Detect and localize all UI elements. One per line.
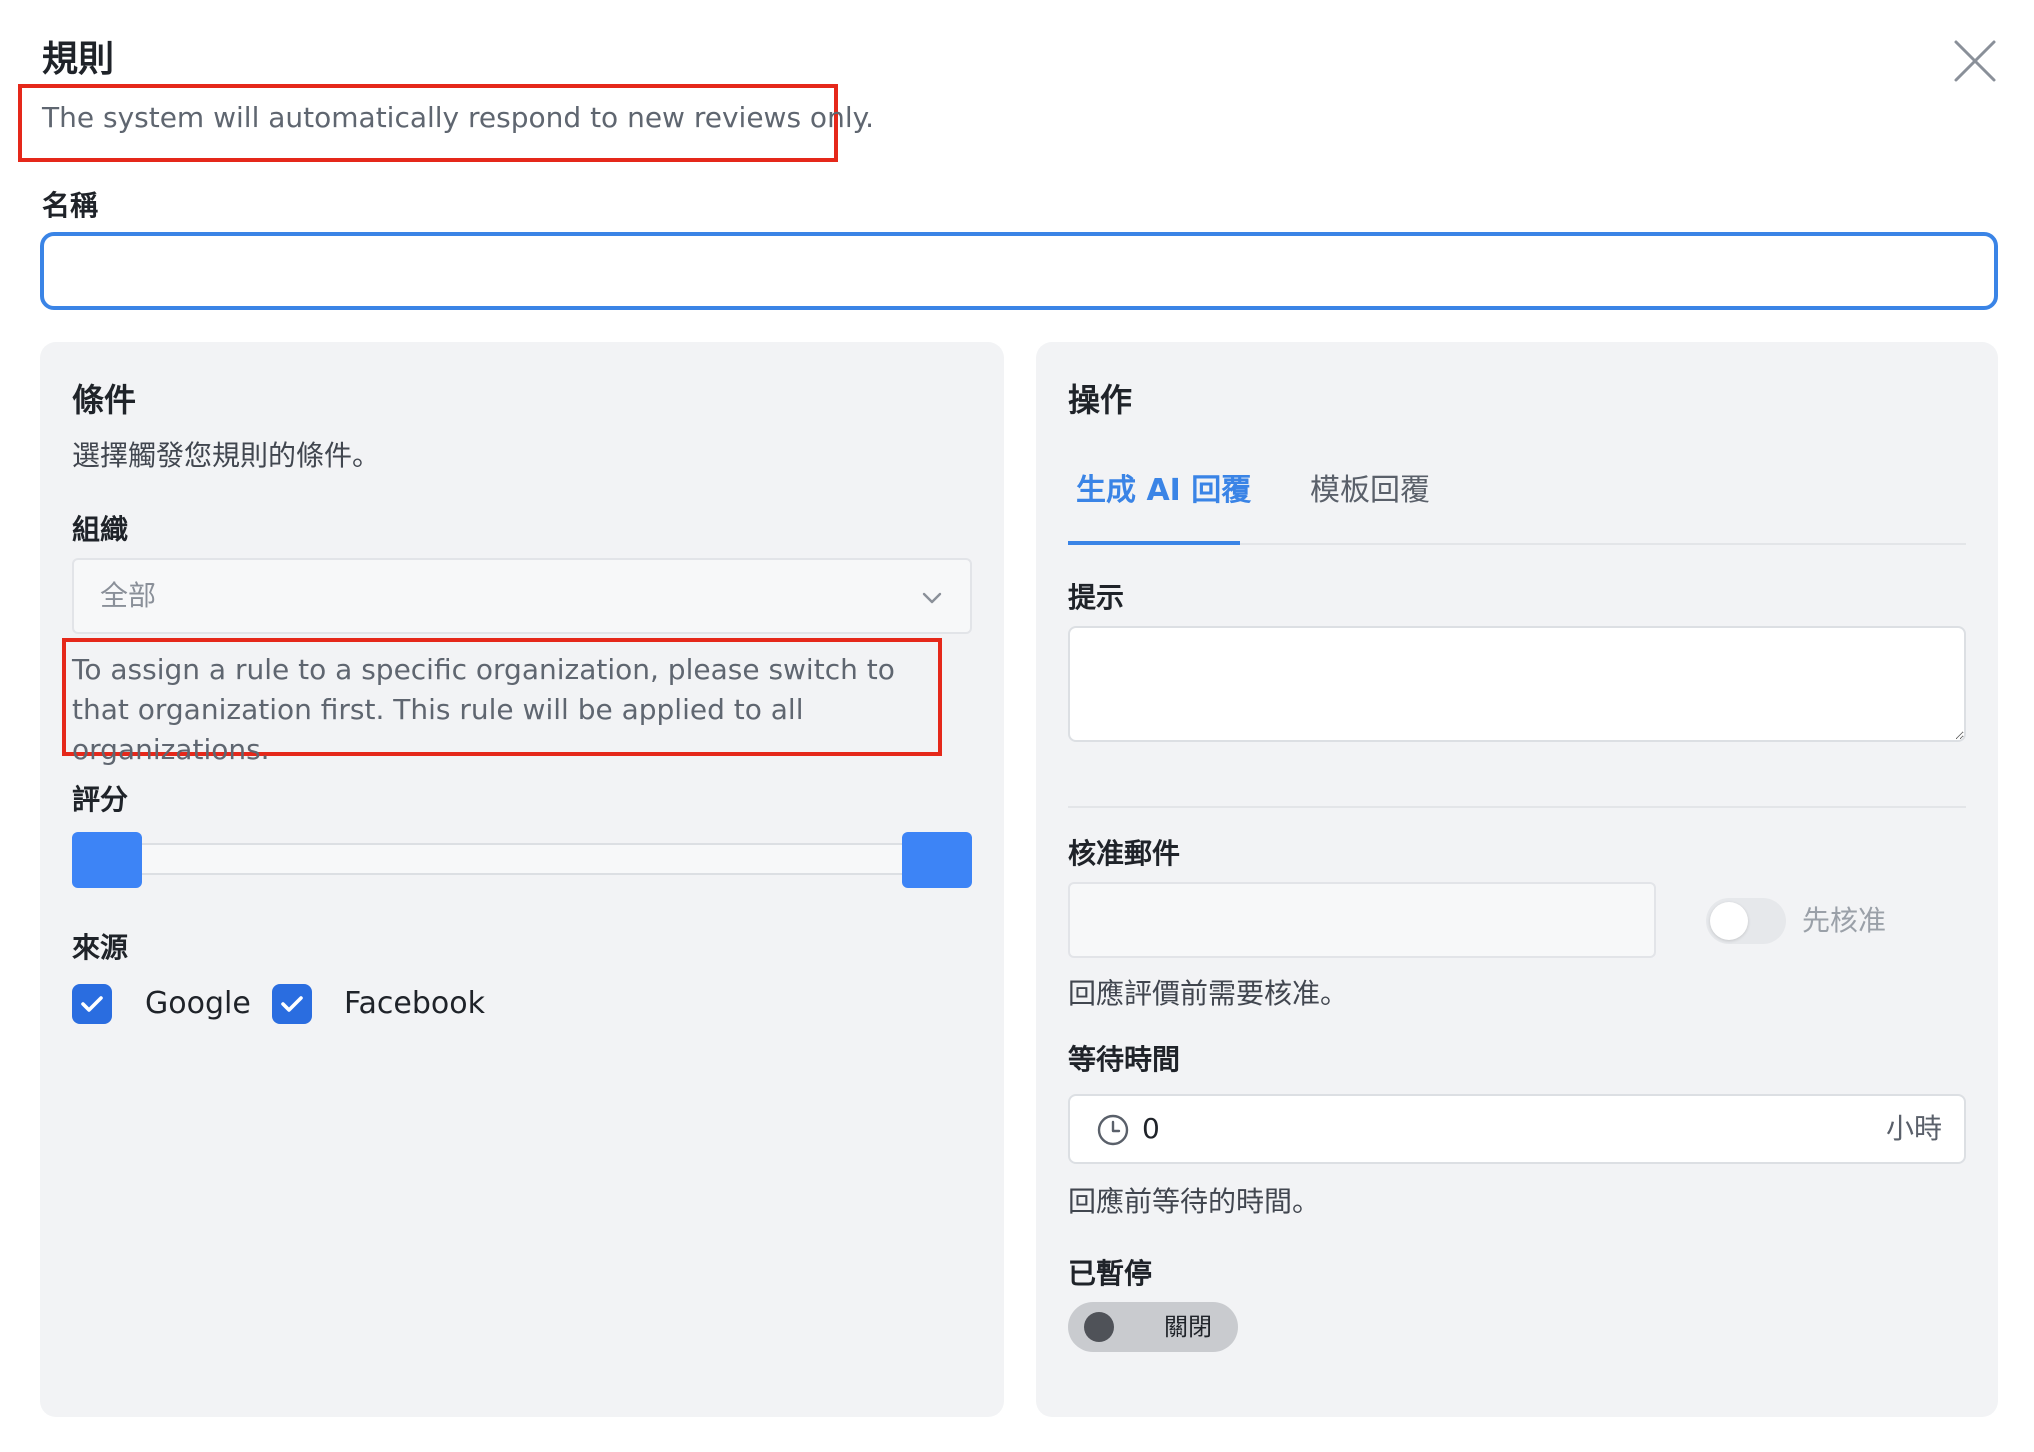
close-button[interactable] [1950,36,2000,86]
rating-slider-max-handle[interactable] [902,832,972,888]
checkmark-icon [281,996,303,1012]
organization-select-value: 全部 [100,579,157,612]
actions-title: 操作 [1068,381,1133,419]
rating-label: 評分 [72,783,129,816]
dialog-title: 規則 [42,39,115,80]
organization-label: 組織 [72,513,129,546]
paused-toggle-state: 關閉 [1164,1313,1212,1341]
paused-toggle[interactable]: 關閉 [1068,1302,1238,1352]
rating-slider-track[interactable] [110,843,930,875]
organization-note: To assign a rule to a specific organizat… [72,653,895,766]
facebook-checkbox-label[interactable]: Facebook [344,984,485,1024]
approve-first-toggle[interactable] [1706,898,1786,944]
wait-time-input[interactable]: 0 小時 [1068,1094,1966,1164]
prompt-textarea[interactable] [1068,626,1966,742]
dialog-subtitle: The system will automatically respond to… [42,101,875,134]
name-label: 名稱 [42,189,99,222]
tab-template-reply[interactable]: 模板回覆 [1310,470,1430,512]
toggle-knob [1710,902,1748,940]
prompt-label: 提示 [1068,581,1125,614]
rating-slider-min-handle[interactable] [72,832,142,888]
facebook-checkbox[interactable] [272,984,312,1024]
chevron-down-icon [922,592,942,604]
wait-time-unit: 小時 [1885,1112,1942,1145]
conditions-panel [40,342,1004,1417]
tab-generate-ai-reply[interactable]: 生成 AI 回覆 [1076,470,1251,512]
source-label: 來源 [72,931,129,964]
wait-time-value: 0 [1142,1112,1160,1145]
approve-first-label: 先核准 [1802,904,1887,937]
active-tab-indicator [1068,541,1240,545]
approval-email-input[interactable] [1068,882,1656,958]
paused-label: 已暫停 [1068,1257,1153,1290]
close-icon [1954,40,1996,82]
google-checkbox[interactable] [72,984,112,1024]
section-divider [1068,806,1966,808]
name-input[interactable] [40,232,1998,310]
conditions-description: 選擇觸發您規則的條件。 [72,439,381,472]
approval-email-label: 核准郵件 [1068,837,1181,870]
organization-select[interactable]: 全部 [72,558,972,634]
approval-help-text: 回應評價前需要核准。 [1068,977,1349,1010]
conditions-title: 條件 [72,381,137,419]
checkmark-icon [81,996,103,1012]
google-checkbox-label[interactable]: Google [145,984,251,1024]
wait-time-label: 等待時間 [1068,1043,1181,1076]
clock-icon [1097,1114,1129,1146]
wait-time-help-text: 回應前等待的時間。 [1068,1185,1321,1218]
toggle-knob [1084,1312,1114,1342]
